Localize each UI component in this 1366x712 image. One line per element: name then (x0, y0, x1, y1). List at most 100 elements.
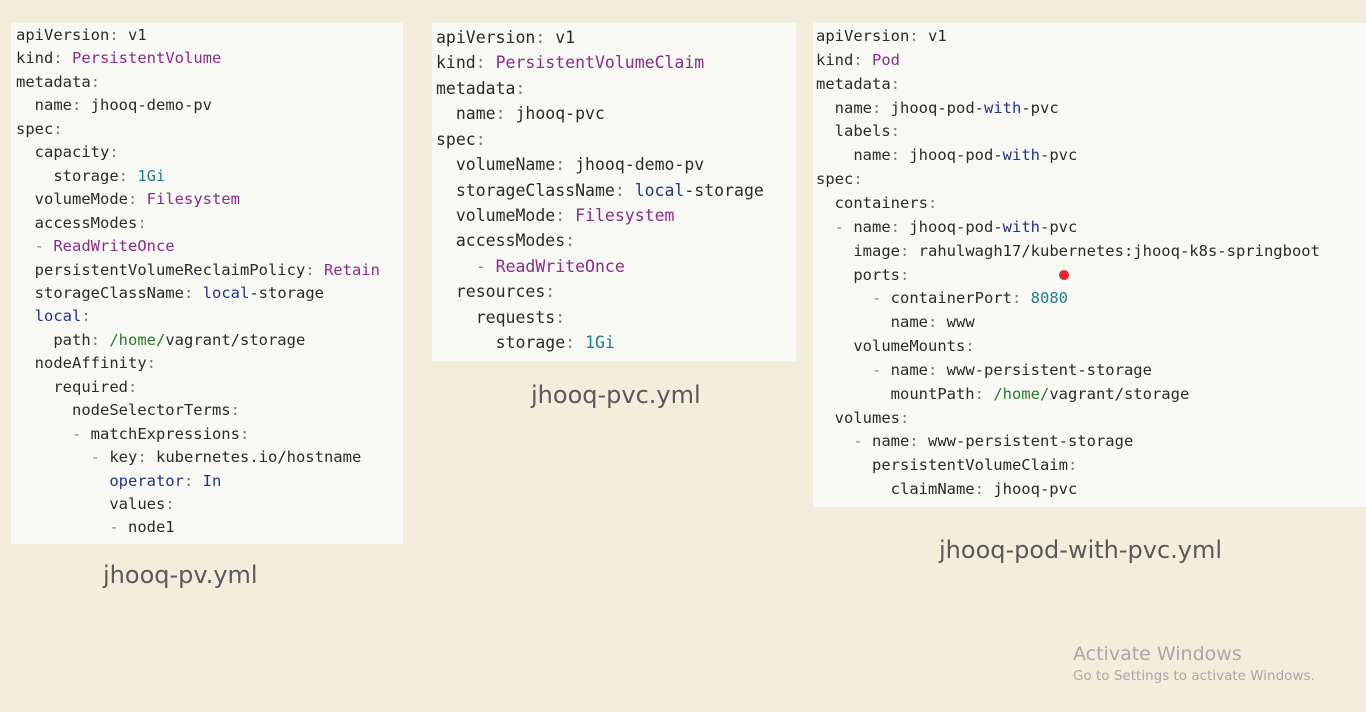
code-token: ReadWriteOnce (495, 256, 625, 276)
code-token: kind (16, 49, 54, 68)
code-token: kind (436, 53, 476, 73)
watermark-subtitle: Go to Settings to activate Windows. (1073, 668, 1315, 684)
code-line: storageClassName: local-storage (436, 181, 764, 200)
code-token: : (515, 78, 526, 98)
pv-file-caption: jhooq-pv.yml (103, 561, 258, 589)
code-token: key (109, 448, 138, 467)
code-token: path (16, 330, 91, 349)
code-token: : (239, 424, 250, 443)
code-token: : (555, 307, 566, 327)
code-line: resources: (436, 282, 555, 301)
code-token: name (872, 432, 910, 451)
code-token: requests (436, 307, 556, 327)
code-line: kind: Pod (816, 51, 900, 69)
code-token: volumeMode (436, 205, 556, 225)
code-token: : (146, 354, 156, 373)
code-token: storage (436, 333, 566, 353)
code-token: jhooq-demo-pv (575, 155, 705, 175)
activate-windows-watermark: Activate Windows Go to Settings to activ… (1073, 642, 1315, 686)
code-token: 8080 (1030, 289, 1068, 308)
code-line: name: jhooq-demo-pv (16, 96, 212, 114)
code-token: : (90, 72, 100, 91)
code-token: volumeMounts (816, 337, 966, 356)
code-token: - (816, 432, 872, 451)
code-token: : (890, 217, 910, 236)
code-line: claimName: jhooq-pvc (816, 480, 1078, 499)
code-token: accessModes (16, 213, 138, 232)
code-line: image: rahulwagh17/kubernetes:jhooq-k8s-… (816, 242, 1320, 260)
code-token: : (137, 213, 147, 232)
code-line: capacity: (16, 143, 119, 161)
code-token: Pod (872, 50, 900, 69)
code-token: with (1002, 217, 1040, 236)
code-token: - (16, 518, 128, 537)
code-token: persistentVolumeReclaimPolicy (16, 260, 306, 279)
code-line: metadata: (16, 73, 100, 91)
code-line: path: /home/vagrant/storage (16, 331, 305, 349)
code-token: : (965, 337, 975, 356)
code-token: : (927, 313, 947, 332)
code-line: mountPath: /home/vagrant/storage (816, 385, 1190, 403)
code-token: : (890, 122, 900, 141)
code-token: volumeName (436, 155, 556, 175)
code-token: : (127, 377, 138, 396)
code-token: - (16, 237, 54, 256)
code-token: : (1067, 456, 1078, 475)
code-token: PersistentVolume (72, 49, 222, 68)
code-token: 1Gi (585, 333, 615, 353)
code-line: metadata: (816, 75, 900, 93)
code-token: storageClassName (16, 283, 184, 302)
code-line: spec: (16, 120, 63, 138)
code-token: : (165, 495, 175, 513)
code-line: - name: jhooq-pod-with-pvc (816, 217, 1078, 236)
code-token: : (555, 205, 576, 225)
code-line: storage: 1Gi (436, 333, 615, 352)
code-token: accessModes (436, 231, 566, 251)
code-token: - (16, 448, 110, 467)
pod-yaml-panel: apiVersion: v1 kind: Pod metadata: name: j… (813, 23, 1366, 507)
code-line: kind: PersistentVolume (16, 49, 221, 67)
code-token: spec (816, 170, 854, 189)
code-token: Retain (323, 260, 380, 279)
code-line: apiVersion: v1 (16, 26, 147, 44)
code-line: - key: kubernetes.io/hostname (16, 448, 362, 467)
code-token: : (900, 265, 910, 284)
code-token: : (475, 53, 496, 73)
code-token: : (853, 50, 872, 69)
code-token: jhooq-pvc (515, 104, 605, 124)
code-token: kind (816, 50, 854, 69)
code-line: - ReadWriteOnce (436, 257, 625, 276)
code-token: name (816, 146, 891, 165)
code-token: -pvc (1039, 146, 1078, 165)
code-token: -storage (684, 180, 764, 200)
code-line: ports: (816, 266, 909, 284)
code-line: - ReadWriteOnce (16, 237, 175, 255)
code-token: - (816, 360, 891, 379)
code-token: www (946, 313, 975, 332)
code-token: www-persistent-storage (946, 360, 1152, 379)
code-token: : (890, 146, 910, 165)
code-token: values (16, 495, 166, 513)
code-token: : (183, 471, 203, 490)
code-token: apiVersion (816, 27, 910, 45)
code-line: apiVersion: v1 (816, 27, 947, 45)
code-token: : (475, 129, 486, 149)
code-line: storage: 1Gi (16, 167, 165, 185)
code-token: jhooq-pvc (993, 480, 1078, 499)
code-line: volumes: (816, 408, 910, 427)
code-token: : (909, 27, 928, 45)
code-token: matchExpressions (90, 424, 240, 443)
pv-yaml-panel: apiVersion: v1 kind: PersistentVolume meta… (11, 23, 403, 544)
code-token: v1 (128, 26, 147, 44)
code-token: : (900, 408, 910, 427)
code-line: accessModes: (436, 231, 575, 250)
code-token: containers (816, 193, 928, 212)
code-token: : (183, 283, 203, 302)
code-token: vagrant/storage (165, 330, 306, 349)
code-token: name (816, 313, 928, 332)
code-token: : (890, 74, 900, 93)
code-token: : (109, 26, 128, 44)
code-token: : (1011, 289, 1031, 308)
code-line: local: (16, 307, 91, 325)
code-token: In (202, 471, 222, 490)
